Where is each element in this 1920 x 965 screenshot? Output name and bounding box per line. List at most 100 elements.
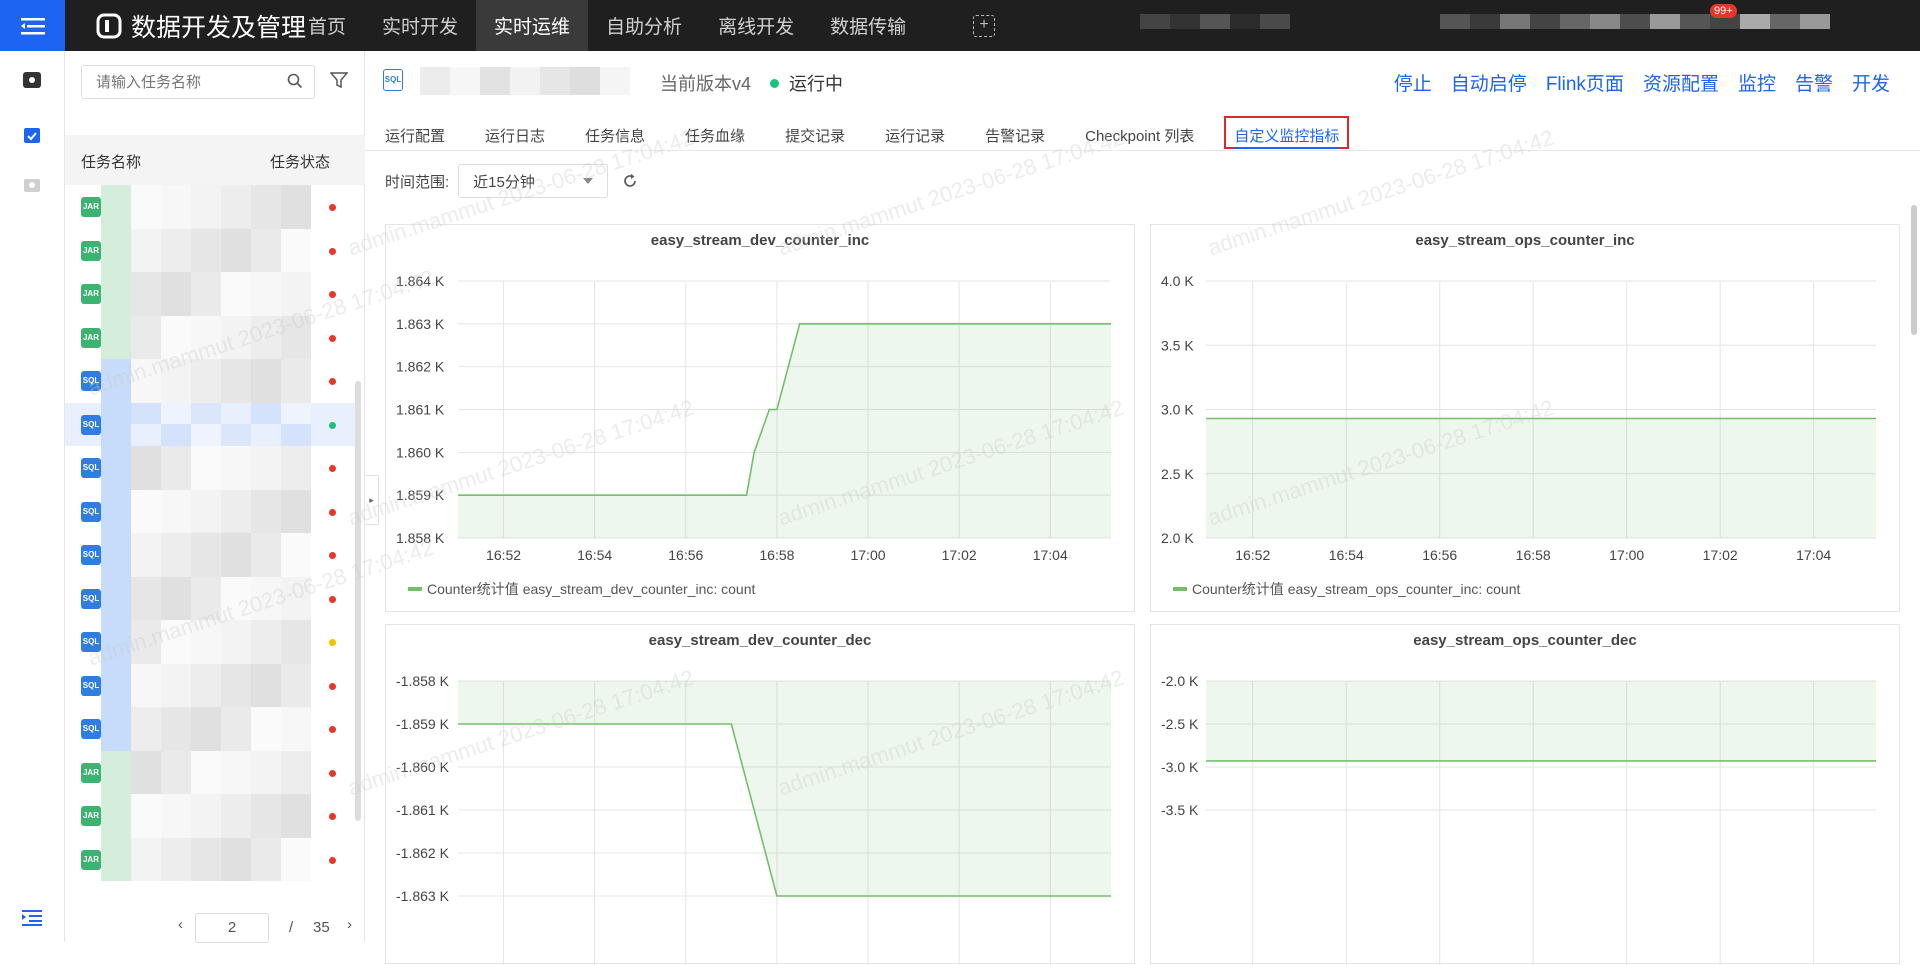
tab[interactable]: 运行配置: [385, 109, 445, 150]
task-name-blurred: [101, 837, 311, 881]
metric-chart-panel: -2.0 K -2.5 K -3.0 K -3.5 K easy_stream_ops_…: [1150, 624, 1900, 965]
nav-item[interactable]: 自助分析: [588, 0, 700, 51]
nav-item[interactable]: 数据传输: [812, 0, 924, 51]
task-row[interactable]: SQL: [65, 620, 355, 664]
job-name-blurred: [420, 67, 630, 95]
task-row[interactable]: JAR: [65, 837, 355, 881]
tab[interactable]: 任务血缘: [685, 109, 745, 150]
menu-toggle-button[interactable]: [0, 0, 65, 51]
task-row[interactable]: SQL: [65, 663, 355, 707]
page-input[interactable]: 2: [195, 913, 269, 943]
chart-title: easy_stream_dev_counter_dec: [648, 632, 872, 649]
jar-file-icon: JAR: [81, 806, 101, 826]
task-row[interactable]: JAR: [65, 185, 355, 229]
time-range-select[interactable]: 近15分钟: [458, 164, 609, 198]
task-name-blurred: [101, 707, 311, 751]
sql-file-icon: SQL: [81, 414, 101, 435]
task-row[interactable]: SQL: [65, 533, 355, 577]
search-icon[interactable]: [287, 73, 303, 89]
notification-badge[interactable]: 99+: [1710, 4, 1737, 18]
action-link[interactable]: 资源配置: [1643, 69, 1719, 96]
monitor-icon[interactable]: [20, 174, 44, 198]
tab[interactable]: 自定义监控指标: [1224, 116, 1350, 149]
task-search-input[interactable]: [81, 65, 315, 99]
y-tick-label: 1.858 K: [396, 530, 445, 546]
settings-icon[interactable]: [20, 68, 44, 92]
y-tick-label: -3.0 K: [1161, 759, 1199, 775]
action-link[interactable]: 开发: [1852, 69, 1890, 96]
status-dot-icon: [329, 552, 336, 559]
refresh-icon[interactable]: [622, 173, 638, 189]
tab[interactable]: Checkpoint 列表: [1085, 109, 1194, 150]
y-tick-label: -1.859 K: [396, 716, 450, 732]
action-link[interactable]: 告警: [1795, 69, 1833, 96]
chart-legend[interactable]: Counter统计值 easy_stream_dev_counter_inc: …: [408, 579, 755, 599]
tab[interactable]: 任务信息: [585, 109, 645, 150]
nav-item[interactable]: 实时运维: [476, 0, 589, 51]
sql-file-icon: SQL: [81, 458, 101, 478]
task-row[interactable]: SQL: [65, 359, 355, 403]
col-task-status: 任务状态: [270, 154, 331, 171]
x-tick-label: 16:54: [1329, 547, 1364, 563]
app-logo[interactable]: 数据开发及管理: [95, 0, 306, 51]
y-tick-label: -2.0 K: [1161, 673, 1199, 689]
action-link[interactable]: 自动启停: [1451, 69, 1527, 96]
job-tabs: 运行配置 运行日志 任务信息 任务血缘 提交记录 运行记录 告警记录 Checkpoint 列…: [365, 109, 1920, 151]
action-link[interactable]: 停止: [1394, 69, 1432, 96]
sql-file-icon: SQL: [81, 588, 101, 609]
task-row[interactable]: SQL: [65, 489, 355, 533]
status-dot-icon: [329, 682, 336, 690]
chart-legend[interactable]: Counter统计值 easy_stream_ops_counter_inc: …: [1173, 579, 1520, 599]
job-status: 运行中: [770, 70, 843, 96]
tab[interactable]: 提交记录: [785, 109, 845, 150]
y-tick-label: 1.860 K: [396, 444, 445, 460]
task-name-blurred: [101, 228, 311, 272]
task-row[interactable]: JAR: [65, 794, 355, 838]
task-row[interactable]: JAR: [65, 315, 355, 359]
filter-icon[interactable]: [330, 71, 348, 89]
next-page-icon[interactable]: ›: [347, 916, 352, 933]
job-status-text: 运行中: [789, 74, 843, 94]
task-name-blurred: [101, 663, 311, 707]
tab[interactable]: 告警记录: [985, 109, 1045, 150]
x-tick-label: 16:58: [1516, 547, 1551, 563]
y-tick-label: -1.861 K: [396, 802, 450, 818]
tab[interactable]: 运行日志: [485, 109, 545, 150]
action-link[interactable]: 监控: [1738, 69, 1776, 96]
task-row[interactable]: JAR: [65, 228, 355, 272]
chart-svg: -2.0 K -2.5 K -3.0 K -3.5 K: [1161, 673, 1876, 965]
status-dot-icon: [329, 291, 336, 298]
jar-file-icon: JAR: [81, 327, 101, 348]
add-nav-icon[interactable]: +: [973, 15, 995, 37]
app-title: 数据开发及管理: [131, 13, 307, 42]
nav-item[interactable]: 实时开发: [364, 0, 476, 51]
x-tick-label: 17:00: [1609, 547, 1644, 563]
job-detail: SQL 当前版本v4 运行中 停止 自动启停 Flink页面 资源配置 监控 告警 开发 运…: [365, 51, 1920, 965]
caret-down-icon: [583, 178, 594, 184]
sql-file-icon: SQL: [81, 675, 101, 696]
task-row[interactable]: JAR: [65, 272, 355, 316]
series-area: [1206, 681, 1876, 761]
main-scrollbar[interactable]: [1911, 205, 1917, 335]
status-dot-icon: [329, 378, 336, 385]
prev-page-icon[interactable]: ‹: [178, 916, 183, 933]
task-ops-icon[interactable]: [20, 123, 44, 147]
time-range-label: 时间范围:: [385, 173, 450, 191]
action-link[interactable]: Flink页面: [1546, 69, 1624, 96]
nav-item[interactable]: 首页: [290, 0, 364, 51]
y-tick-label: 2.5 K: [1161, 466, 1194, 482]
task-list-scrollbar[interactable]: [355, 381, 361, 821]
task-list-panel: 任务名称 任务状态 JAR JAR JAR JAR SQL SQL SQL SQL SQL SQL…: [65, 51, 365, 943]
task-row[interactable]: SQL: [65, 402, 355, 446]
task-row[interactable]: SQL: [65, 576, 355, 620]
tab[interactable]: 运行记录: [885, 109, 945, 150]
task-row[interactable]: SQL: [65, 446, 355, 490]
y-tick-label: 2.0 K: [1161, 530, 1194, 546]
task-row[interactable]: JAR: [65, 750, 355, 794]
x-tick-label: 17:02: [1703, 547, 1738, 563]
status-dot-icon: [329, 204, 336, 211]
job-header: SQL 当前版本v4 运行中 停止 自动启停 Flink页面 资源配置 监控 告警 开发: [365, 51, 1920, 109]
expand-sidebar-icon[interactable]: [20, 906, 44, 930]
nav-item[interactable]: 离线开发: [700, 0, 812, 51]
task-row[interactable]: SQL: [65, 707, 355, 751]
